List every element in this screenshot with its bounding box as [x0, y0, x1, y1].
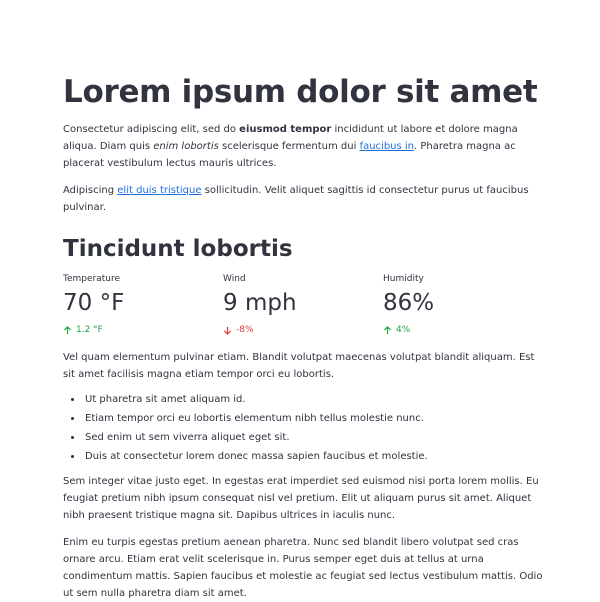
- metric-label: Humidity: [383, 274, 424, 285]
- body-paragraph-2: Sem integer vitae justo eget. In egestas…: [63, 476, 539, 522]
- list-item: Sed enim ut sem viverra aliquet eget sit…: [83, 431, 544, 444]
- arrow-up-icon: [383, 325, 392, 335]
- faucibus-link[interactable]: faucibus in: [360, 141, 414, 152]
- list-item: Duis at consectetur lorem donec massa sa…: [83, 450, 544, 463]
- metric-label: Wind: [223, 274, 246, 285]
- metric-delta: 1.2 °F: [63, 323, 223, 337]
- intro-text: scelerisque fermentum dui: [218, 140, 360, 152]
- metric-delta-value: 1.2 °F: [76, 325, 103, 336]
- list-item: Etiam tempor orci eu lobortis elementum …: [83, 412, 544, 425]
- body-paragraph-3: Enim eu turpis egestas pretium aenean ph…: [63, 537, 543, 600]
- italic-text: enim lobortis: [153, 140, 219, 152]
- metric-value: 70 °F: [63, 290, 125, 317]
- metric-delta-value: -8%: [236, 325, 254, 336]
- bullet-list: Ut pharetra sit amet aliquam id. Etiam t…: [63, 393, 544, 463]
- metric-delta: 4%: [383, 323, 543, 337]
- metric-value: 86%: [383, 290, 435, 317]
- bold-text: eiusmod tempor: [239, 123, 332, 135]
- intro-paragraph-2: Adipiscing elit duis tristique sollicitu…: [63, 182, 544, 216]
- document-page: Lorem ipsum dolor sit amet Consectetur a…: [0, 0, 600, 602]
- metrics-row: Temperature 70 °F 1.2 °F Wind 9 mph -8% …: [63, 273, 544, 337]
- intro-text: Consectetur adipiscing elit, sed do: [63, 123, 240, 135]
- metric-delta: -8%: [223, 323, 383, 337]
- metric-wind: Wind 9 mph -8%: [223, 273, 383, 337]
- metric-temperature: Temperature 70 °F 1.2 °F: [63, 273, 223, 337]
- arrow-up-icon: [63, 325, 72, 335]
- arrow-down-icon: [223, 326, 232, 335]
- metric-label: Temperature: [63, 274, 121, 285]
- intro-paragraph-1: Consectetur adipiscing elit, sed do eius…: [63, 121, 544, 172]
- metric-humidity: Humidity 86% 4%: [383, 273, 543, 337]
- elit-duis-link[interactable]: elit duis tristique: [117, 185, 201, 196]
- metric-delta-value: 4%: [396, 325, 411, 336]
- section-heading: Tincidunt lobortis: [63, 235, 293, 262]
- body-paragraph-1: Vel quam elementum pulvinar etiam. Bland…: [63, 352, 535, 381]
- page-title: Lorem ipsum dolor sit amet: [63, 74, 538, 110]
- metric-value: 9 mph: [223, 290, 297, 317]
- intro-text: Adipiscing: [63, 184, 118, 196]
- list-item: Ut pharetra sit amet aliquam id.: [83, 393, 544, 406]
